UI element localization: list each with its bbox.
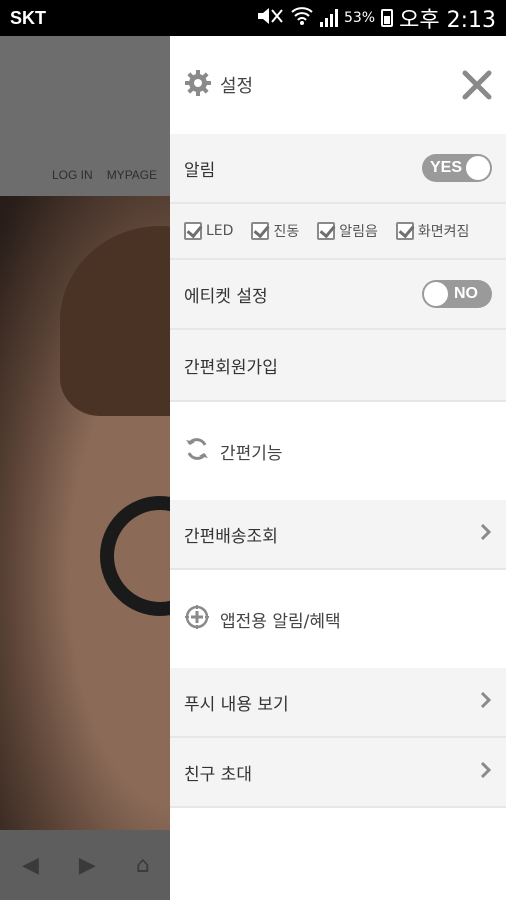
background-header: LOG IN MYPAGE	[0, 36, 170, 196]
forward-arrow-icon[interactable]: ▶	[79, 853, 96, 878]
easy-signup-row[interactable]: 간편회원가입	[170, 330, 506, 402]
wifi-icon	[290, 6, 314, 30]
status-bar: SKT 53% 오후 2:13	[0, 0, 506, 36]
checkbox-checked-icon	[395, 222, 414, 240]
background-app: LOG IN MYPAGE ◀ ▶ ⌂	[0, 36, 170, 900]
carrier-label: SKT	[10, 7, 46, 28]
background-bottom-bar: ◀ ▶ ⌂	[0, 830, 170, 900]
status-icons: 53% 오후 2:13	[254, 2, 496, 34]
settings-drawer: 설정 알림 YES LED 진동 알림음 화면켜짐 에티켓 설정 NO 간편회원…	[170, 36, 506, 900]
sound-label: 알림음	[339, 224, 378, 240]
invite-friends-label: 친구 초대	[184, 764, 252, 785]
drawer-title: 설정	[220, 76, 254, 97]
background-nav: LOG IN MYPAGE	[52, 168, 157, 182]
etiquette-row: 에티켓 설정 NO	[170, 260, 506, 330]
home-icon[interactable]: ⌂	[136, 853, 150, 878]
vibration-checkbox[interactable]: 진동	[251, 221, 299, 241]
etiquette-toggle-text: NO	[454, 285, 478, 302]
notification-label: 알림	[184, 160, 216, 181]
led-label: LED	[206, 223, 234, 239]
chevron-right-icon	[480, 760, 492, 784]
app-exclusive-header: 앱전용 알림/혜택	[170, 570, 506, 668]
sound-checkbox[interactable]: 알림음	[317, 221, 378, 241]
glasses-shape	[100, 496, 170, 616]
etiquette-toggle[interactable]: NO	[422, 280, 492, 308]
signal-icon	[319, 9, 338, 27]
checkbox-checked-icon	[184, 222, 202, 240]
chevron-right-icon	[480, 522, 492, 546]
led-checkbox[interactable]: LED	[184, 222, 233, 240]
checkbox-checked-icon	[317, 222, 336, 240]
notification-row: 알림 YES	[170, 134, 506, 204]
vibration-label: 진동	[273, 224, 300, 240]
battery-percent: 53%	[343, 10, 376, 26]
notification-options: LED 진동 알림음 화면켜짐	[184, 221, 469, 241]
drawer-header: 설정	[170, 36, 506, 134]
hair-shape	[60, 226, 170, 416]
background-photo	[0, 196, 170, 830]
notification-toggle-text: YES	[430, 159, 463, 176]
etiquette-label: 에티켓 설정	[184, 286, 268, 307]
push-view-row[interactable]: 푸시 내용 보기	[170, 668, 506, 738]
login-link[interactable]: LOG IN	[52, 168, 93, 182]
toggle-knob	[424, 282, 448, 306]
screen-on-label: 화면켜짐	[417, 224, 470, 240]
refresh-icon	[184, 436, 210, 466]
push-view-label: 푸시 내용 보기	[184, 694, 289, 715]
back-arrow-icon[interactable]: ◀	[22, 853, 39, 878]
mute-icon	[254, 6, 284, 30]
easy-delivery-label: 간편배송조회	[184, 526, 278, 547]
app-exclusive-label: 앱전용 알림/혜택	[220, 611, 341, 632]
notification-toggle[interactable]: YES	[422, 154, 492, 182]
notification-options-row: LED 진동 알림음 화면켜짐	[170, 204, 506, 260]
easy-delivery-row[interactable]: 간편배송조회	[170, 500, 506, 570]
easy-features-header: 간편기능	[170, 402, 506, 500]
easy-signup-label: 간편회원가입	[184, 357, 278, 378]
checkbox-checked-icon	[251, 222, 270, 240]
chevron-right-icon	[480, 690, 492, 714]
toggle-knob	[466, 156, 490, 180]
invite-friends-row[interactable]: 친구 초대	[170, 738, 506, 808]
close-icon[interactable]	[462, 70, 492, 100]
mypage-link[interactable]: MYPAGE	[107, 168, 157, 182]
battery-icon	[381, 9, 394, 27]
clock: 오후 2:13	[399, 8, 496, 33]
gear-icon	[184, 69, 212, 101]
target-plus-icon	[184, 604, 210, 634]
screen-on-checkbox[interactable]: 화면켜짐	[395, 221, 470, 241]
easy-features-label: 간편기능	[220, 443, 283, 464]
